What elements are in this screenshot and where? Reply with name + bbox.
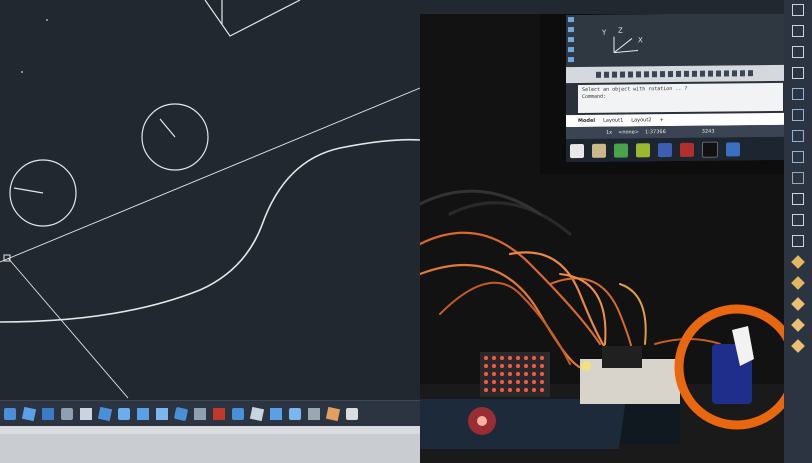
grid-icon[interactable] xyxy=(790,44,806,60)
axis-label-z: Z xyxy=(618,26,623,35)
split-icon[interactable] xyxy=(790,107,806,123)
extrude-icon[interactable] xyxy=(116,406,132,422)
radius-line xyxy=(159,118,176,138)
diagonal-line xyxy=(7,257,129,399)
table-icon[interactable] xyxy=(790,233,806,249)
render-icon[interactable] xyxy=(325,406,341,422)
axis-label-x: X xyxy=(638,36,643,45)
block-icon[interactable] xyxy=(790,254,806,270)
dimension-icon[interactable] xyxy=(790,2,806,18)
right-tool-palette xyxy=(784,0,812,463)
status-layer[interactable]: <none> xyxy=(618,129,639,135)
monitor-ribbon xyxy=(566,64,784,84)
hatch-icon[interactable] xyxy=(790,65,806,81)
fillet-edge-icon[interactable] xyxy=(97,406,113,422)
thicken-icon[interactable] xyxy=(268,406,284,422)
status-strip xyxy=(0,426,420,463)
union-icon[interactable] xyxy=(21,406,37,422)
block-edge xyxy=(204,0,301,37)
diamond-icon[interactable] xyxy=(790,296,806,312)
table-icon[interactable] xyxy=(790,212,806,228)
align-3d-icon[interactable] xyxy=(287,406,303,422)
checker-icon[interactable] xyxy=(78,406,94,422)
tab-model[interactable]: Model xyxy=(578,118,595,124)
slice-icon[interactable] xyxy=(249,406,265,422)
tab-layout1[interactable]: Layout1 xyxy=(603,118,623,124)
status-coord: 3243 xyxy=(701,128,715,135)
diagonal-line xyxy=(0,87,420,263)
material-icon[interactable] xyxy=(344,406,360,422)
intersect-icon[interactable] xyxy=(59,406,75,422)
wireframe-box-icon[interactable] xyxy=(173,406,189,422)
drawing-viewport[interactable] xyxy=(0,0,420,400)
ruler-icon[interactable] xyxy=(790,170,806,186)
solid-edit-icon[interactable] xyxy=(154,406,170,422)
status-ratio[interactable]: 1:37366 xyxy=(645,129,666,135)
bench-photo: Y Z X Select an object with rotation .. … xyxy=(420,14,784,463)
bottom-toolbar xyxy=(0,400,420,426)
split-icon[interactable] xyxy=(790,86,806,102)
mirror-3d-icon[interactable] xyxy=(306,406,322,422)
monitor-screen: Y Z X Select an object with rotation .. … xyxy=(566,14,784,163)
edit-icon[interactable] xyxy=(790,275,806,291)
command-line[interactable]: Select an object with rotation .. ? Comm… xyxy=(578,82,783,114)
viewport-top xyxy=(420,0,784,14)
drawing-canvas[interactable] xyxy=(0,0,420,400)
axis-label-y: Y xyxy=(602,28,607,37)
radius-line xyxy=(13,187,44,194)
cursor-icon[interactable] xyxy=(790,191,806,207)
angle-icon[interactable] xyxy=(790,23,806,39)
tab-layout2[interactable]: Layout2 xyxy=(631,117,651,123)
taskbar xyxy=(566,136,784,163)
diamond-icon[interactable] xyxy=(790,317,806,333)
split-icon[interactable] xyxy=(790,128,806,144)
sweep-icon[interactable] xyxy=(211,406,227,422)
split-icon[interactable] xyxy=(790,149,806,165)
subtract-icon[interactable] xyxy=(40,406,56,422)
presspull-icon[interactable] xyxy=(135,406,151,422)
tab-add[interactable]: + xyxy=(659,117,663,123)
box-3d-icon[interactable] xyxy=(2,406,18,422)
revolve-icon[interactable] xyxy=(192,406,208,422)
loft-icon[interactable] xyxy=(230,406,246,422)
status-scale[interactable]: 1x xyxy=(606,130,612,136)
sweep-icon[interactable] xyxy=(790,338,806,354)
